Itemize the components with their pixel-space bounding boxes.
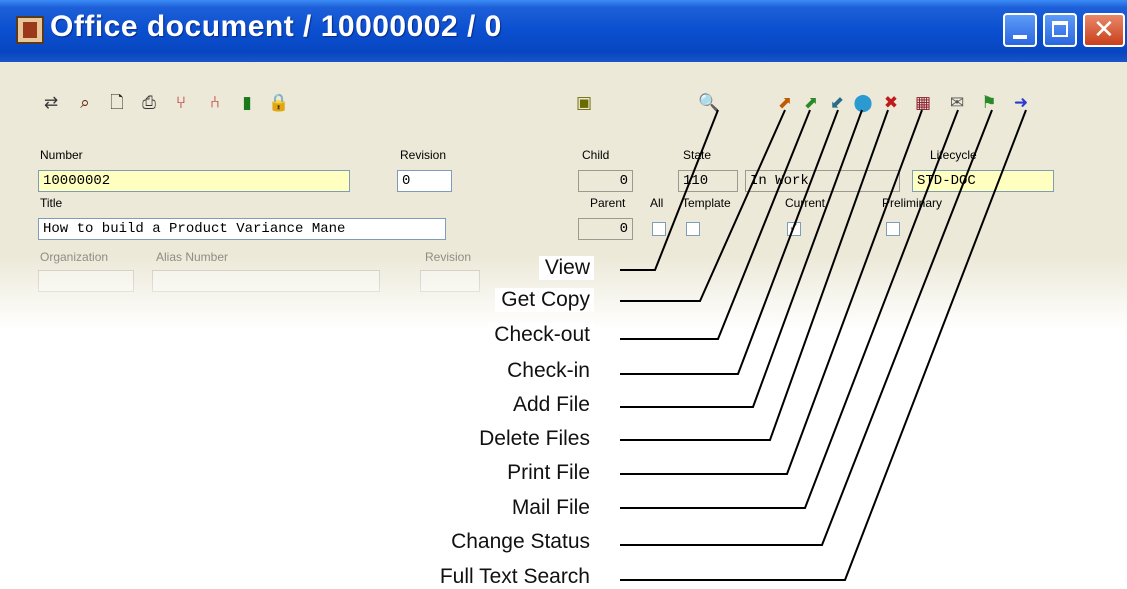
title-field[interactable]: How to build a Product Variance Mane xyxy=(38,218,446,240)
view-icon[interactable]: 🔍 xyxy=(698,92,720,114)
parent-label: Parent xyxy=(590,196,626,210)
add-file-icon[interactable]: ⬤ xyxy=(852,92,874,114)
link-structure-icon[interactable]: ⑃ xyxy=(204,92,226,114)
current-checkbox[interactable] xyxy=(787,220,801,236)
app-icon xyxy=(16,16,44,44)
lock-icon[interactable]: 🔒 xyxy=(268,92,290,114)
close-button[interactable]: ✕ xyxy=(1083,13,1125,47)
binoculars-search-icon[interactable]: ⌕ xyxy=(74,92,96,114)
callout-check-out: Check-out xyxy=(488,323,594,347)
callout-view: View xyxy=(538,256,594,280)
change-status-icon[interactable]: ⚑ xyxy=(978,92,1000,114)
callout-get-copy: Get Copy xyxy=(495,288,594,312)
preliminary-checkbox[interactable] xyxy=(886,222,900,236)
all-checkbox[interactable] xyxy=(652,222,666,236)
mail-file-icon[interactable]: ✉ xyxy=(946,92,968,114)
minimize-button[interactable] xyxy=(1003,13,1037,47)
trash-icon[interactable]: ▮ xyxy=(236,92,258,114)
maximize-button[interactable] xyxy=(1043,13,1077,47)
full-text-search-icon[interactable]: ➜ xyxy=(1010,92,1032,114)
current-label: Current xyxy=(785,196,826,210)
callout-mail-file: Mail File xyxy=(505,496,594,520)
number-label: Number xyxy=(40,148,83,162)
maximize-icon xyxy=(1052,21,1068,37)
all-label: All xyxy=(650,196,664,210)
lifecycle-label: Lifecycle xyxy=(930,148,977,162)
printer-icon[interactable]: ⎙ xyxy=(138,92,160,114)
delete-files-icon[interactable]: ✖ xyxy=(880,92,902,114)
check-in-icon[interactable]: ⬋ xyxy=(826,92,848,114)
title-label: Title xyxy=(40,196,63,210)
revision-field[interactable]: 0 xyxy=(397,170,452,192)
get-copy-icon[interactable]: ⬈ xyxy=(774,92,796,114)
callout-full-text-search: Full Text Search xyxy=(433,565,594,589)
callout-change-status: Change Status xyxy=(445,530,594,554)
folder-icon[interactable]: ▣ xyxy=(573,92,595,114)
parent-count-field: 0 xyxy=(578,218,633,240)
lifecycle-field[interactable]: STD-DOC xyxy=(912,170,1054,192)
callout-delete-files: Delete Files xyxy=(473,427,594,451)
close-icon: ✕ xyxy=(1093,15,1115,45)
callout-check-in: Check-in xyxy=(501,359,594,383)
state-label: State xyxy=(683,148,712,162)
state-code-field: 110 xyxy=(678,170,738,192)
state-text-field: In Work xyxy=(745,170,900,192)
callout-add-file: Add File xyxy=(506,393,594,417)
title-bar[interactable]: Office document / 10000002 / 0 ✕ xyxy=(0,0,1127,62)
template-checkbox[interactable] xyxy=(686,222,700,236)
callout-print-file: Print File xyxy=(501,461,594,485)
minimize-icon xyxy=(1013,35,1027,39)
print-file-icon[interactable]: ▦ xyxy=(912,92,934,114)
child-count-field: 0 xyxy=(578,170,633,192)
structure-icon[interactable]: ⑂ xyxy=(170,92,192,114)
window-title: Office document / 10000002 / 0 xyxy=(50,10,502,43)
revision-label: Revision xyxy=(400,148,447,162)
template-label: Template xyxy=(682,196,731,210)
check-out-icon[interactable]: ⬈ xyxy=(800,92,822,114)
child-label: Child xyxy=(582,148,610,162)
number-field[interactable]: 10000002 xyxy=(38,170,350,192)
office-document-window: Office document / 10000002 / 0 ✕ Number … xyxy=(0,0,1127,330)
refresh-icon[interactable]: ⇄ xyxy=(40,92,62,114)
new-document-icon[interactable]: 🗋 xyxy=(106,92,128,114)
preliminary-label: Preliminary xyxy=(882,196,943,210)
